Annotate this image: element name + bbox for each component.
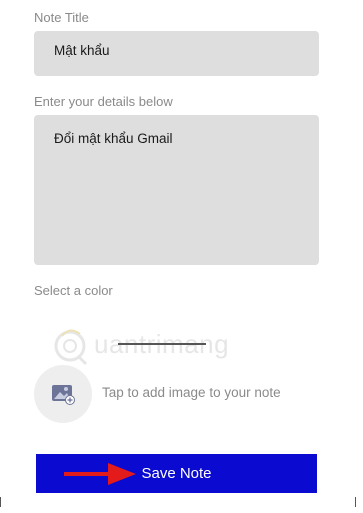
edge-mark-right	[355, 497, 356, 507]
details-textarea[interactable]: Đổi mật khẩu Gmail	[34, 115, 319, 265]
add-image-icon	[52, 385, 75, 405]
add-image-caption[interactable]: Tap to add image to your note	[102, 385, 281, 400]
color-selector-line[interactable]	[118, 343, 206, 345]
red-arrow-icon	[64, 463, 136, 485]
watermark-logo-icon	[54, 329, 88, 366]
select-color-label: Select a color	[34, 283, 113, 298]
edge-mark-left	[0, 497, 1, 507]
note-title-label: Note Title	[34, 10, 89, 25]
add-image-button[interactable]	[34, 365, 92, 423]
details-label: Enter your details below	[34, 94, 173, 109]
note-title-input[interactable]: Mật khẩu	[34, 31, 319, 76]
